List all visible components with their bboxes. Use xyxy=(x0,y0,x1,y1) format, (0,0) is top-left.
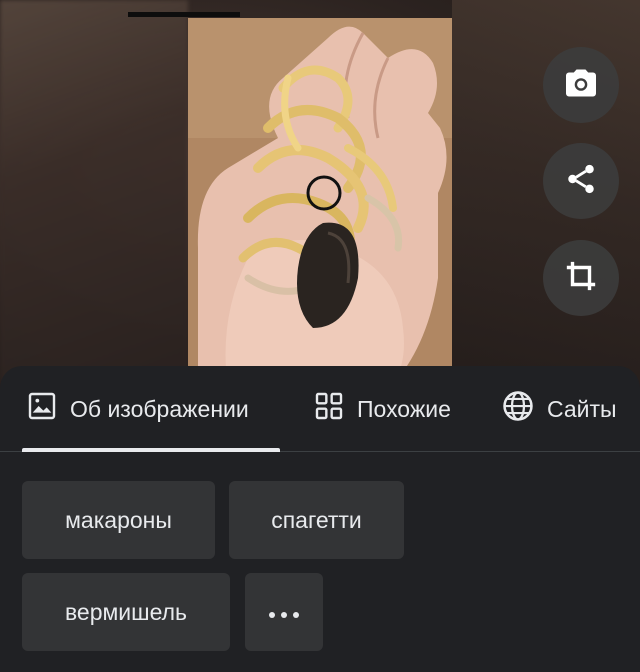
tab-similar[interactable]: Похожие xyxy=(313,366,451,452)
tab-similar-label: Похожие xyxy=(357,395,451,422)
chip-label: спагетти xyxy=(271,506,362,533)
chip-label: вермишель xyxy=(64,598,188,625)
suggestion-chip[interactable]: макароны xyxy=(22,481,215,559)
tab-about-image[interactable]: Об изображении xyxy=(26,366,249,452)
search-photo xyxy=(188,18,452,390)
camera-button[interactable] xyxy=(543,47,619,123)
tab-sites[interactable]: Сайты xyxy=(501,366,617,452)
more-horizontal-icon xyxy=(266,599,302,626)
share-button[interactable] xyxy=(543,143,619,219)
tab-bar: Об изображении Похожие Сайты xyxy=(0,366,640,452)
more-button[interactable] xyxy=(245,573,323,651)
photo-illustration xyxy=(188,18,452,390)
share-icon xyxy=(564,162,598,201)
image-preview xyxy=(0,0,640,390)
crop-icon xyxy=(564,259,598,298)
tab-sites-label: Сайты xyxy=(547,395,617,422)
image-icon xyxy=(26,390,70,428)
suggestion-chip[interactable]: спагетти xyxy=(229,481,404,559)
crop-button[interactable] xyxy=(543,240,619,316)
chip-label: макароны xyxy=(65,506,172,533)
preview-blur-left xyxy=(0,0,188,390)
camera-icon xyxy=(563,65,599,106)
drag-indicator xyxy=(128,12,240,17)
globe-icon xyxy=(501,389,547,429)
suggestion-chip[interactable]: вермишель xyxy=(22,573,230,651)
selected-tab-indicator xyxy=(22,448,280,452)
tab-about-label: Об изображении xyxy=(70,395,249,422)
grid-icon xyxy=(313,390,357,428)
